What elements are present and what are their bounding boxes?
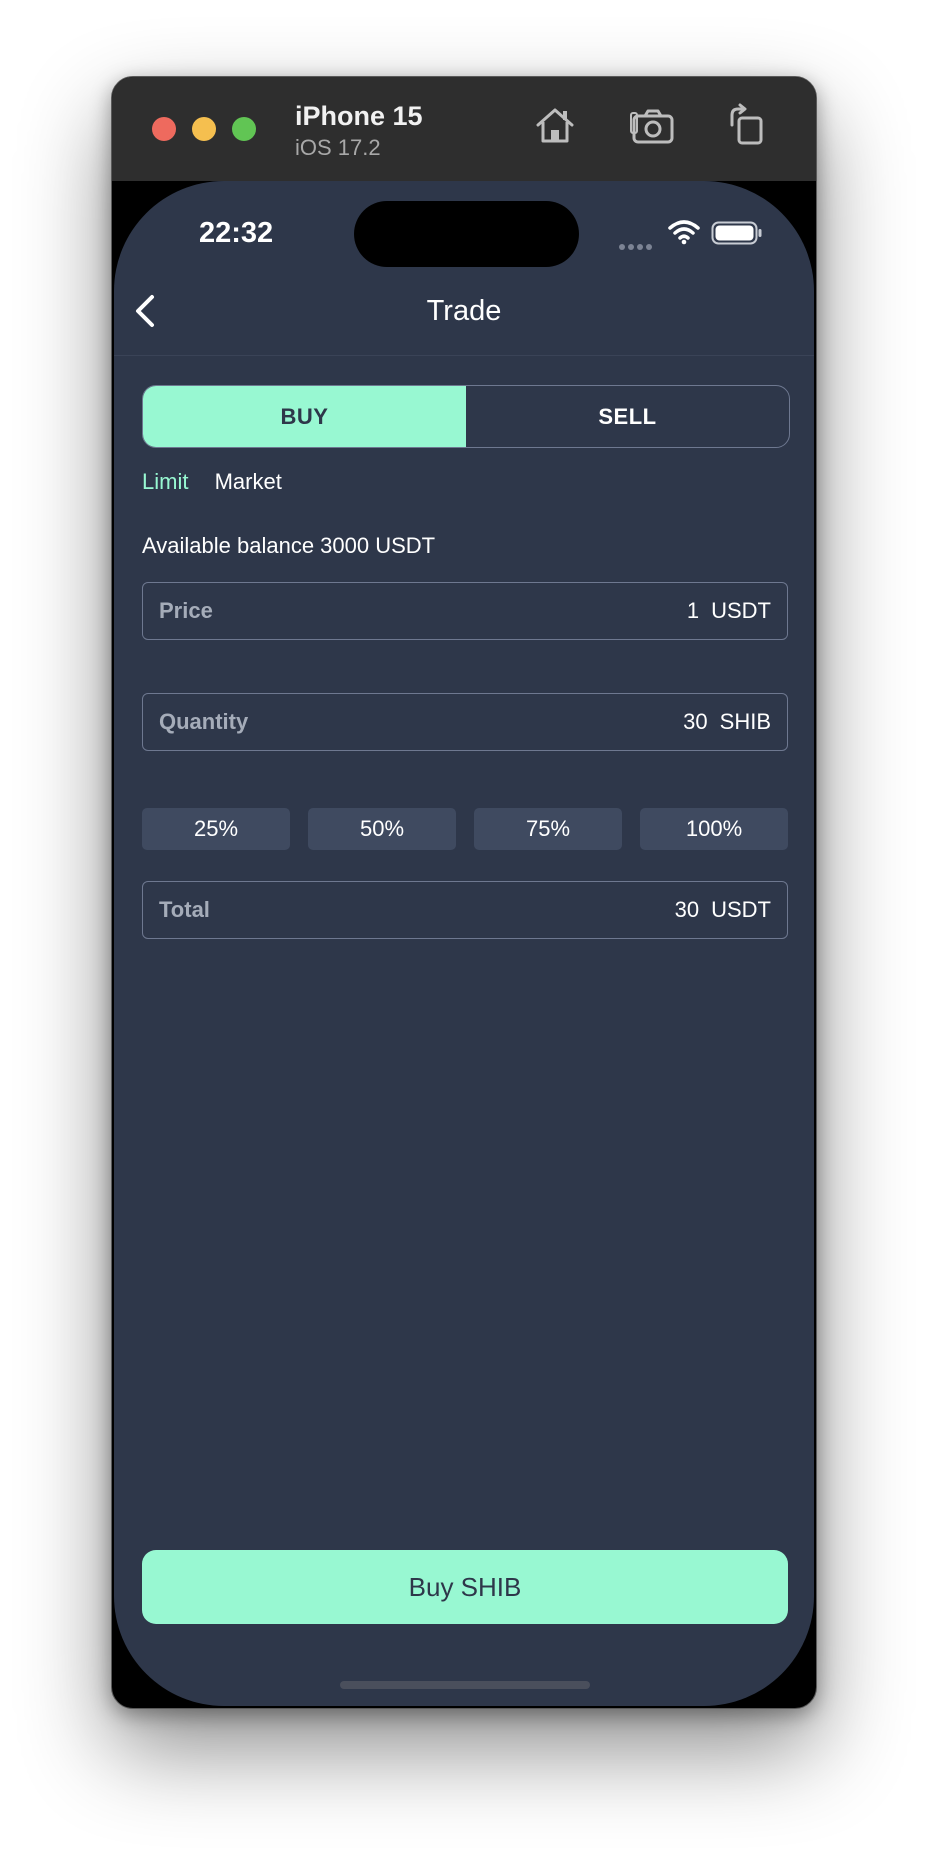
navigation-bar: Trade	[114, 271, 814, 356]
cellular-signal-icon	[619, 237, 655, 255]
rotate-icon[interactable]	[724, 103, 770, 149]
percent-50-button[interactable]: 50%	[308, 808, 456, 850]
simulator-titlebar: iPhone 15 iOS 17.2	[112, 77, 816, 181]
quantity-label: Quantity	[159, 709, 249, 734]
total-label: Total	[159, 897, 210, 922]
percent-75-button[interactable]: 75%	[474, 808, 622, 850]
home-icon[interactable]	[532, 103, 578, 149]
limit-order-tab[interactable]: Limit	[142, 469, 188, 494]
available-balance: Available balance 3000 USDT	[142, 533, 436, 558]
buy-tab[interactable]: BUY	[143, 386, 466, 447]
quantity-value: 30	[683, 709, 708, 734]
percent-100-button[interactable]: 100%	[640, 808, 788, 850]
quantity-unit: SHIB	[719, 709, 771, 734]
sell-tab[interactable]: SELL	[466, 386, 789, 447]
dynamic-island	[354, 201, 579, 267]
wifi-icon	[668, 220, 700, 245]
total-value: 30	[674, 897, 700, 922]
order-type-selector: Limit Market	[142, 469, 282, 495]
buy-sell-toggle: BUY SELL	[142, 385, 790, 448]
zoom-window-button[interactable]	[232, 117, 256, 141]
device-name: iPhone 15	[295, 101, 423, 131]
percent-25-button[interactable]: 25%	[142, 808, 290, 850]
quantity-field[interactable]: Quantity 30 SHIB	[142, 693, 788, 751]
status-time: 22:32	[199, 217, 274, 249]
phone-screen: 22:32 Trade BUY SELL Limit Market Availa…	[114, 181, 814, 1706]
simulator-window: iPhone 15 iOS 17.2 22:32 Trade BUY SELL …	[111, 76, 817, 1709]
total-field[interactable]: Total 30 USDT	[142, 881, 788, 939]
quantity-value-group: 30 SHIB	[683, 709, 771, 735]
price-value-group: 1 USDT	[687, 598, 771, 624]
price-unit: USDT	[711, 598, 771, 623]
total-unit: USDT	[711, 897, 771, 922]
price-field[interactable]: Price 1 USDT	[142, 582, 788, 640]
total-value-group: 30 USDT	[675, 897, 771, 923]
close-window-button[interactable]	[152, 117, 176, 141]
buy-shib-button[interactable]: Buy SHIB	[142, 1550, 788, 1624]
percentage-buttons: 25% 50% 75% 100%	[142, 808, 788, 850]
page-title: Trade	[426, 295, 502, 327]
device-os-version: iOS 17.2	[295, 135, 381, 160]
market-order-tab[interactable]: Market	[215, 469, 282, 494]
price-label: Price	[159, 598, 213, 623]
home-indicator[interactable]	[340, 1681, 590, 1689]
price-value: 1	[686, 598, 700, 623]
minimize-window-button[interactable]	[192, 117, 216, 141]
screenshot-icon[interactable]	[630, 103, 676, 149]
battery-icon	[711, 221, 762, 245]
